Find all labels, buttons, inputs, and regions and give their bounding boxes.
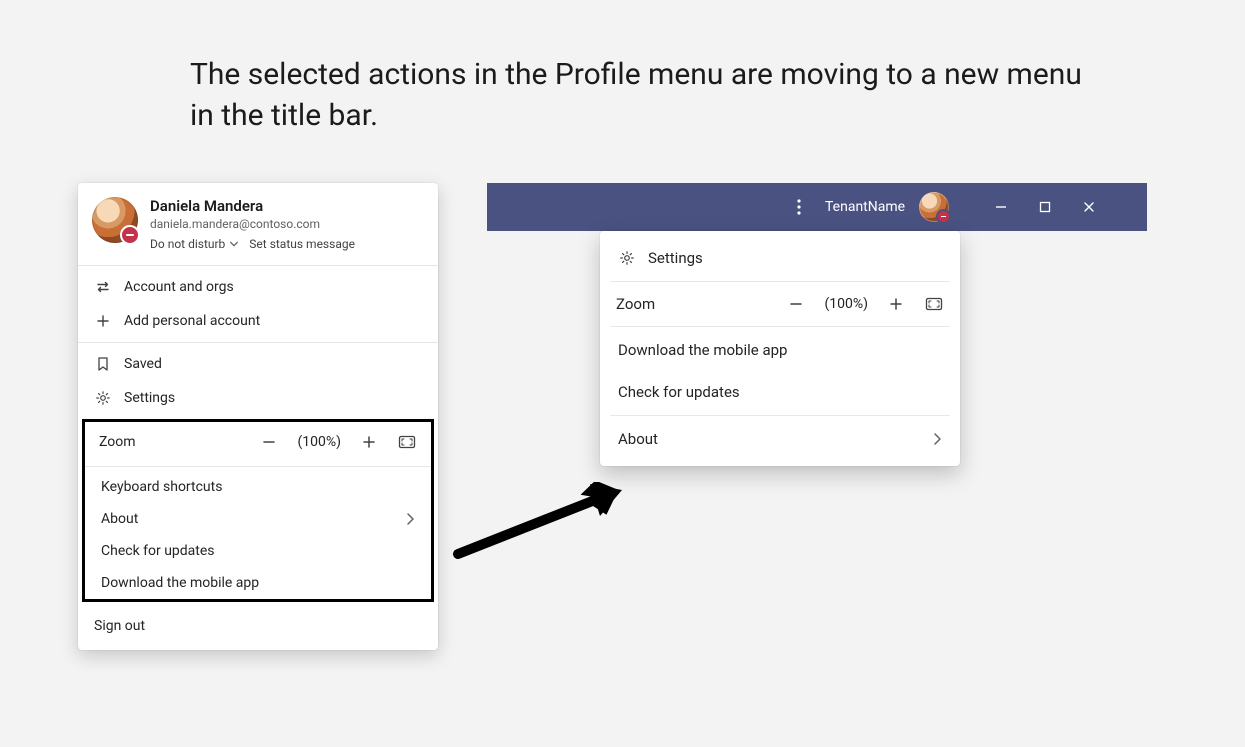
menu-item-label: Settings xyxy=(124,390,175,406)
zoom-in-button[interactable] xyxy=(359,432,379,452)
zoom-row: Zoom (100%) xyxy=(85,422,431,462)
separator xyxy=(610,326,950,327)
menu-item-label: Sign out xyxy=(94,618,145,634)
menu-item-keyboard-shortcuts[interactable]: Keyboard shortcuts xyxy=(85,471,431,503)
chevron-down-icon xyxy=(229,239,239,249)
plus-icon xyxy=(94,312,112,330)
zoom-out-button[interactable] xyxy=(259,432,279,452)
menu-item-label: Download the mobile app xyxy=(618,341,787,359)
titlebar-profile-button[interactable] xyxy=(919,192,949,222)
menu-item-label: About xyxy=(618,430,658,448)
window-close-button[interactable] xyxy=(1067,183,1111,231)
menu-item-check-updates[interactable]: Check for updates xyxy=(600,371,960,413)
dnd-presence-icon xyxy=(120,225,140,245)
zoom-value: (100%) xyxy=(824,296,868,312)
window-titlebar: TenantName xyxy=(487,183,1147,231)
menu-item-label: Check for updates xyxy=(101,543,215,559)
zoom-label: Zoom xyxy=(616,295,655,313)
separator xyxy=(78,342,438,343)
zoom-in-button[interactable] xyxy=(886,294,906,314)
separator xyxy=(85,466,431,467)
menu-item-account-orgs[interactable]: Account and orgs xyxy=(78,270,438,304)
moving-items-highlight: Zoom (100%) Keyboard shortcuts xyxy=(82,419,434,602)
separator xyxy=(78,265,438,266)
fullscreen-icon[interactable] xyxy=(397,432,417,452)
chevron-right-icon xyxy=(932,432,942,446)
more-options-button[interactable] xyxy=(787,195,811,219)
menu-item-saved[interactable]: Saved xyxy=(78,347,438,381)
fullscreen-icon[interactable] xyxy=(924,294,944,314)
annotation-arrow xyxy=(450,482,630,562)
menu-item-add-personal[interactable]: Add personal account xyxy=(78,304,438,338)
menu-item-sign-out[interactable]: Sign out xyxy=(78,606,438,646)
menu-item-check-updates[interactable]: Check for updates xyxy=(85,535,431,567)
menu-item-settings[interactable]: Settings xyxy=(600,237,960,279)
menu-item-label: Account and orgs xyxy=(124,279,234,295)
tenant-name[interactable]: TenantName xyxy=(825,199,905,215)
menu-item-download-mobile[interactable]: Download the mobile app xyxy=(600,329,960,371)
zoom-label: Zoom xyxy=(99,434,136,450)
menu-item-about[interactable]: About xyxy=(85,503,431,535)
zoom-value: (100%) xyxy=(297,434,341,450)
separator xyxy=(610,281,950,282)
gear-icon xyxy=(94,389,112,407)
profile-email: daniela.mandera@contoso.com xyxy=(150,217,424,231)
zoom-out-button[interactable] xyxy=(786,294,806,314)
dnd-presence-icon xyxy=(936,209,951,224)
menu-item-label: Download the mobile app xyxy=(101,575,259,591)
presence-label: Do not disturb xyxy=(150,237,225,251)
menu-item-download-mobile[interactable]: Download the mobile app xyxy=(85,567,431,599)
headline-text: The selected actions in the Profile menu… xyxy=(190,55,1090,136)
zoom-row: Zoom (100%) xyxy=(600,284,960,324)
separator xyxy=(610,415,950,416)
chevron-right-icon xyxy=(405,512,415,526)
presence-dropdown[interactable]: Do not disturb xyxy=(150,237,239,251)
swap-icon xyxy=(94,278,112,296)
gear-icon xyxy=(618,249,636,267)
menu-item-label: Add personal account xyxy=(124,313,260,329)
menu-item-label: About xyxy=(101,511,138,527)
menu-item-label: Keyboard shortcuts xyxy=(101,479,222,495)
titlebar-more-menu: Settings Zoom (100%) Download the mobile… xyxy=(600,231,960,466)
menu-item-label: Settings xyxy=(648,249,703,267)
profile-menu: Daniela Mandera daniela.mandera@contoso.… xyxy=(78,183,438,650)
window-maximize-button[interactable] xyxy=(1023,183,1067,231)
menu-item-label: Check for updates xyxy=(618,383,740,401)
set-status-link[interactable]: Set status message xyxy=(249,237,355,251)
profile-header: Daniela Mandera daniela.mandera@contoso.… xyxy=(78,183,438,261)
menu-item-settings[interactable]: Settings xyxy=(78,381,438,415)
bookmark-icon xyxy=(94,355,112,373)
menu-item-label: Saved xyxy=(124,356,162,372)
profile-avatar[interactable] xyxy=(92,197,138,243)
menu-item-about[interactable]: About xyxy=(600,418,960,460)
window-minimize-button[interactable] xyxy=(979,183,1023,231)
profile-name: Daniela Mandera xyxy=(150,197,424,215)
